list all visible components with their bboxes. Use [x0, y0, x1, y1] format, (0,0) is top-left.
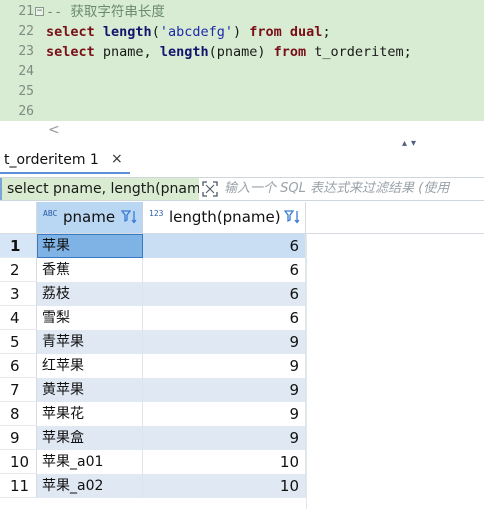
row-number[interactable]: 4: [0, 306, 37, 330]
line-number: 25: [18, 84, 34, 99]
row-number[interactable]: 10: [0, 450, 37, 474]
column-header-pname[interactable]: ABC pname: [37, 202, 143, 234]
cell-length[interactable]: 9: [143, 354, 306, 378]
panel-resize-icon[interactable]: ▴▾: [402, 138, 420, 149]
sql-function: length: [159, 44, 209, 60]
filter-sort-icon[interactable]: [284, 208, 302, 226]
cell-length[interactable]: 10: [143, 450, 306, 474]
cell-length[interactable]: 6: [143, 282, 306, 306]
sql-function: length: [102, 24, 152, 40]
editor-line[interactable]: 21 − -- 获取字符串长度: [0, 2, 484, 22]
cell-pname[interactable]: 香蕉: [37, 258, 143, 282]
row-number-header[interactable]: [0, 202, 37, 234]
cell-pname[interactable]: 苹果花: [37, 402, 143, 426]
row-number[interactable]: 9: [0, 426, 37, 450]
table-row[interactable]: 7 黄苹果 9: [0, 378, 306, 402]
expand-filter-icon[interactable]: [201, 180, 219, 198]
cell-length[interactable]: 6: [143, 306, 306, 330]
row-number[interactable]: 6: [0, 354, 37, 378]
column-header-length[interactable]: 123 length(pname): [143, 202, 306, 234]
cell-pname[interactable]: 黄苹果: [37, 378, 143, 402]
sql-string: 'abcdefg': [159, 24, 233, 40]
cell-length[interactable]: 10: [143, 474, 306, 498]
sql-keyword: from: [249, 24, 282, 40]
filter-sort-icon[interactable]: [121, 208, 139, 226]
string-type-icon: ABC: [43, 209, 58, 218]
cell-length[interactable]: 9: [143, 330, 306, 354]
header-filler: [306, 202, 484, 234]
table-row[interactable]: 5 青苹果 9: [0, 330, 306, 354]
grid-divider: [306, 234, 307, 509]
sql-keyword: select: [46, 24, 95, 40]
row-number[interactable]: 1: [0, 234, 37, 258]
row-number[interactable]: 7: [0, 378, 37, 402]
sql-keyword: select: [46, 44, 95, 60]
table-row[interactable]: 3 荔枝 6: [0, 282, 306, 306]
filter-input[interactable]: 输入一个 SQL 表达式来过滤结果 (使用: [224, 178, 484, 200]
table-row[interactable]: 9 苹果盒 9: [0, 426, 306, 450]
table-row[interactable]: 8 苹果花 9: [0, 402, 306, 426]
fold-toggle-icon[interactable]: −: [35, 7, 44, 16]
line-number: 26: [18, 104, 34, 119]
scroll-left-icon[interactable]: <: [48, 122, 60, 138]
row-number[interactable]: 3: [0, 282, 37, 306]
row-number[interactable]: 11: [0, 474, 37, 498]
cell-pname[interactable]: 青苹果: [37, 330, 143, 354]
sql-text: pname,: [94, 44, 160, 60]
line-number: 24: [18, 64, 34, 79]
code-text: select length('abcdefg') from dual;: [46, 22, 331, 42]
editor-line[interactable]: 24: [0, 62, 484, 82]
tab-label: t_orderitem 1: [4, 152, 99, 168]
row-number[interactable]: 5: [0, 330, 37, 354]
sql-punct: (: [151, 24, 160, 40]
code-text: -- 获取字符串长度: [46, 2, 165, 22]
cell-pname[interactable]: 苹果_a02: [37, 474, 143, 498]
line-number: 23: [18, 44, 34, 59]
column-name: pname: [63, 208, 116, 226]
line-number: 21: [18, 4, 34, 19]
table-row[interactable]: 2 香蕉 6: [0, 258, 306, 282]
row-number[interactable]: 2: [0, 258, 37, 282]
cell-pname[interactable]: 雪梨: [37, 306, 143, 330]
results-tab-bar: ▴▾ t_orderitem 1 ×: [0, 138, 484, 176]
editor-line[interactable]: 25: [0, 82, 484, 102]
sql-punct: ): [233, 24, 250, 40]
cell-length[interactable]: 6: [143, 258, 306, 282]
cell-pname[interactable]: 红苹果: [37, 354, 143, 378]
sql-comment: -- 获取字符串长度: [46, 4, 165, 20]
table-row[interactable]: 11 苹果_a02 10: [0, 474, 306, 498]
editor-line[interactable]: 23 select pname, length(pname) from t_or…: [0, 42, 484, 62]
sql-text: (pname): [208, 44, 274, 60]
cell-length[interactable]: 9: [143, 426, 306, 450]
table-row[interactable]: 6 红苹果 9: [0, 354, 306, 378]
cell-pname[interactable]: 苹果_a01: [37, 450, 143, 474]
number-type-icon: 123: [149, 209, 164, 218]
column-name: length(pname): [169, 208, 281, 226]
editor-line[interactable]: 26: [0, 102, 484, 122]
row-number[interactable]: 8: [0, 402, 37, 426]
line-number: 22: [18, 24, 34, 39]
table-row[interactable]: 10 苹果_a01 10: [0, 450, 306, 474]
cell-pname[interactable]: 荔枝: [37, 282, 143, 306]
editor-line[interactable]: 22 select length('abcdefg') from dual;: [0, 22, 484, 42]
cell-length[interactable]: 6: [143, 234, 306, 258]
sql-text: t_orderitem;: [306, 44, 412, 60]
cell-length[interactable]: 9: [143, 378, 306, 402]
result-grid: ABC pname 123 length(pname) 1 苹果 6 2 香蕉 6 3 荔枝 6…: [0, 202, 484, 509]
filter-bar: select pname, length(pname) from t_order…: [0, 177, 484, 201]
sql-editor[interactable]: 21 − -- 获取字符串长度 22 select length('abcdef…: [0, 0, 484, 121]
table-row[interactable]: 4 雪梨 6: [0, 306, 306, 330]
cell-length[interactable]: 9: [143, 402, 306, 426]
code-text: select pname, length(pname) from t_order…: [46, 42, 412, 62]
cell-pname[interactable]: 苹果: [37, 234, 143, 258]
table-row[interactable]: 1 苹果 6: [0, 234, 306, 258]
cell-pname[interactable]: 苹果盒: [37, 426, 143, 450]
sql-keyword: from: [273, 44, 307, 60]
query-text[interactable]: select pname, length(pname) from t_order…: [0, 178, 199, 200]
sql-keyword: dual: [289, 24, 323, 40]
sql-punct: ;: [322, 24, 331, 40]
tab-t-orderitem[interactable]: t_orderitem 1 ×: [0, 148, 130, 174]
close-icon[interactable]: ×: [111, 151, 123, 167]
